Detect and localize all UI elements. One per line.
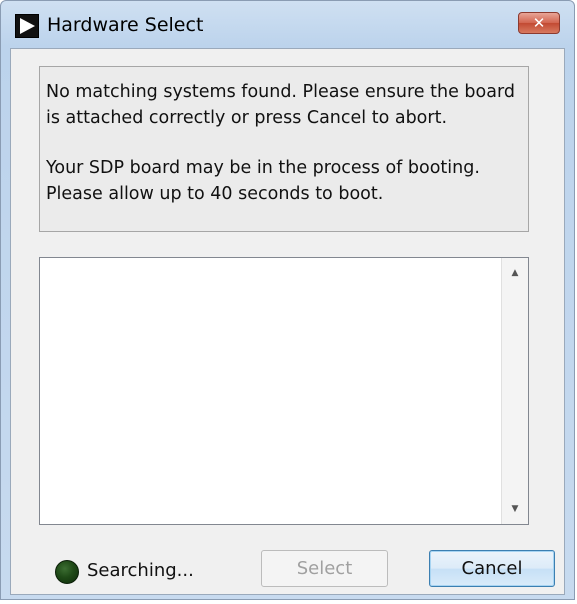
title-bar[interactable]: Hardware Select ✕ xyxy=(1,1,574,47)
close-button[interactable]: ✕ xyxy=(518,12,560,34)
down-arrow-icon[interactable]: ▼ xyxy=(502,498,528,520)
dialog-body: No matching systems found. Please ensure… xyxy=(10,48,565,595)
hardware-select-window: Hardware Select ✕ No matching systems fo… xyxy=(0,0,575,600)
vertical-scrollbar[interactable]: ▲ ▼ xyxy=(501,258,528,524)
window-title: Hardware Select xyxy=(47,14,204,36)
status-text: Searching... xyxy=(87,560,194,581)
cancel-button[interactable]: Cancel xyxy=(429,550,555,587)
message-panel: No matching systems found. Please ensure… xyxy=(39,66,529,232)
systems-list[interactable]: ▲ ▼ xyxy=(39,257,529,525)
select-button[interactable]: Select xyxy=(261,550,388,587)
status-led-icon xyxy=(55,560,79,584)
play-arrow-icon xyxy=(15,14,39,38)
up-arrow-icon[interactable]: ▲ xyxy=(502,262,528,284)
message-line-2: Your SDP board may be in the process of … xyxy=(46,158,480,204)
message-line-1: No matching systems found. Please ensure… xyxy=(46,82,515,128)
close-icon: ✕ xyxy=(532,14,546,32)
